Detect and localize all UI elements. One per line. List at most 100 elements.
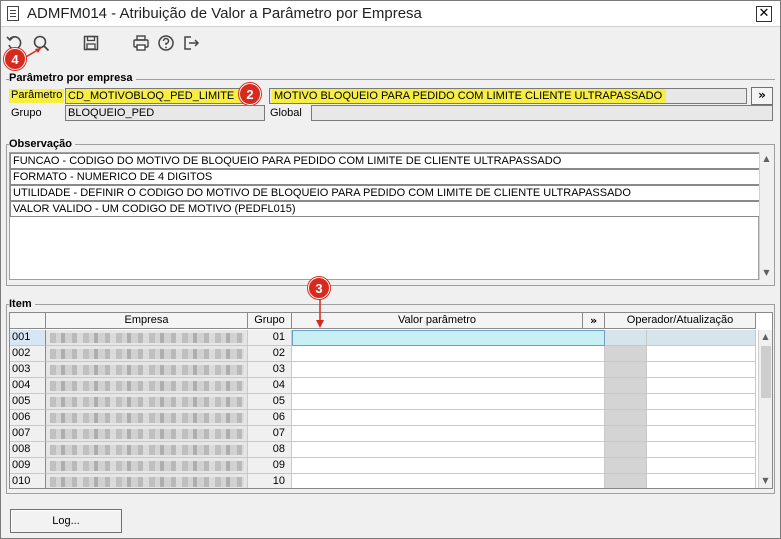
row-number: 002 [10,346,46,362]
table-row[interactable]: 008 08 [10,442,756,458]
log-button[interactable]: Log... [10,509,122,533]
grupo-cell: 03 [248,362,292,378]
grid-header-grupo[interactable]: Grupo [248,313,292,329]
valor-cell[interactable] [292,410,605,426]
row-number: 004 [10,378,46,394]
grupo-cell: 04 [248,378,292,394]
grupo-cell: 06 [248,410,292,426]
save-icon[interactable] [82,34,100,52]
empresa-cell [46,378,248,394]
scroll-thumb[interactable] [761,346,771,398]
valor-cell[interactable] [292,346,605,362]
observacao-line: FORMATO - NUMERICO DE 4 DIGITOS [10,169,760,185]
operador-cell [605,346,647,362]
table-row[interactable]: 007 07 [10,426,756,442]
global-field[interactable] [311,105,773,121]
global-label: Global [270,107,302,119]
exit-icon[interactable] [182,34,200,52]
table-row[interactable]: 003 03 [10,362,756,378]
atualizacao-cell [647,362,756,378]
empresa-cell [46,330,248,346]
row-number: 008 [10,442,46,458]
parametro-desc-field: MOTIVO BLOQUEIO PARA PEDIDO COM LIMITE C… [269,88,747,104]
atualizacao-cell [647,426,756,442]
grid-scrollbar[interactable]: ▲ ▼ [758,330,772,488]
empresa-cell [46,442,248,458]
table-row[interactable]: 010 10 [10,474,756,488]
parametro-code-field[interactable]: CD_MOTIVOBLOQ_PED_LIMITE [65,88,251,104]
operador-cell [605,458,647,474]
observacao-line: FUNCAO - CODIGO DO MOTIVO DE BLOQUEIO PA… [10,153,760,169]
grid-header-empresa[interactable]: Empresa [46,313,248,329]
grid-header-operador[interactable]: Operador/Atualização [605,313,756,329]
scroll-down-icon[interactable]: ▼ [759,474,772,488]
observacao-line: VALOR VALIDO - UM CODIGO DE MOTIVO (PEDF… [10,201,760,217]
parametro-desc-text: MOTIVO BLOQUEIO PARA PEDIDO COM LIMITE C… [272,89,667,103]
atualizacao-cell [647,394,756,410]
grid-expand-button[interactable]: » [583,313,605,329]
parametro-label: Parâmetro [9,89,65,103]
valor-cell[interactable] [292,426,605,442]
row-number: 007 [10,426,46,442]
grupo-cell: 02 [248,346,292,362]
empresa-cell [46,474,248,488]
grupo-cell: 10 [248,474,292,488]
operador-cell [605,378,647,394]
grid-header-corner [10,313,46,329]
operador-cell [605,474,647,488]
atualizacao-cell [647,458,756,474]
scroll-down-icon[interactable]: ▼ [760,266,773,280]
atualizacao-cell [647,346,756,362]
atualizacao-cell [647,474,756,488]
row-number: 003 [10,362,46,378]
expand-parametro-button[interactable]: » [751,87,773,105]
atualizacao-cell [647,330,756,346]
observacao-scrollbar[interactable]: ▲ ▼ [759,152,773,280]
valor-cell[interactable] [292,394,605,410]
grupo-field[interactable]: BLOQUEIO_PED [65,105,265,121]
atualizacao-cell [647,442,756,458]
section-item-title: Item [9,298,35,310]
operador-cell [605,394,647,410]
main-window: ADMFM014 - Atribuição de Valor a Parâmet… [0,0,781,539]
title-bar: ADMFM014 - Atribuição de Valor a Parâmet… [1,1,780,27]
empresa-cell [46,394,248,410]
grupo-label: Grupo [11,107,42,119]
grupo-cell: 07 [248,426,292,442]
valor-cell[interactable] [292,474,605,488]
scroll-up-icon[interactable]: ▲ [759,330,772,344]
table-row[interactable]: 002 02 [10,346,756,362]
valor-cell[interactable] [292,442,605,458]
print-icon[interactable] [132,34,150,52]
close-button[interactable]: ✕ [756,6,772,22]
table-row[interactable]: 004 04 [10,378,756,394]
table-row[interactable]: 005 05 [10,394,756,410]
empresa-cell [46,346,248,362]
section-observacao-title: Observação [9,138,75,150]
operador-cell [605,442,647,458]
empresa-cell [46,362,248,378]
table-row[interactable]: 001 01 [10,330,756,346]
table-row[interactable]: 006 06 [10,410,756,426]
valor-cell[interactable] [292,362,605,378]
toolbar [1,28,780,58]
observacao-line: UTILIDADE - DEFINIR O CODIGO DO MOTIVO D… [10,185,760,201]
table-row[interactable]: 009 09 [10,458,756,474]
empresa-cell [46,426,248,442]
operador-cell [605,410,647,426]
row-number: 010 [10,474,46,488]
grid-header-valor[interactable]: Valor parâmetro [292,313,583,329]
operador-cell [605,330,647,346]
help-icon[interactable] [157,34,175,52]
row-number: 009 [10,458,46,474]
scroll-up-icon[interactable]: ▲ [760,152,773,166]
operador-cell [605,426,647,442]
grupo-cell: 08 [248,442,292,458]
section-parametro-title: Parâmetro por empresa [9,72,136,84]
valor-cell[interactable] [292,458,605,474]
grupo-cell: 01 [248,330,292,346]
callout-4: 4 [4,48,26,70]
row-number: 006 [10,410,46,426]
valor-cell[interactable] [292,330,605,346]
valor-cell[interactable] [292,378,605,394]
